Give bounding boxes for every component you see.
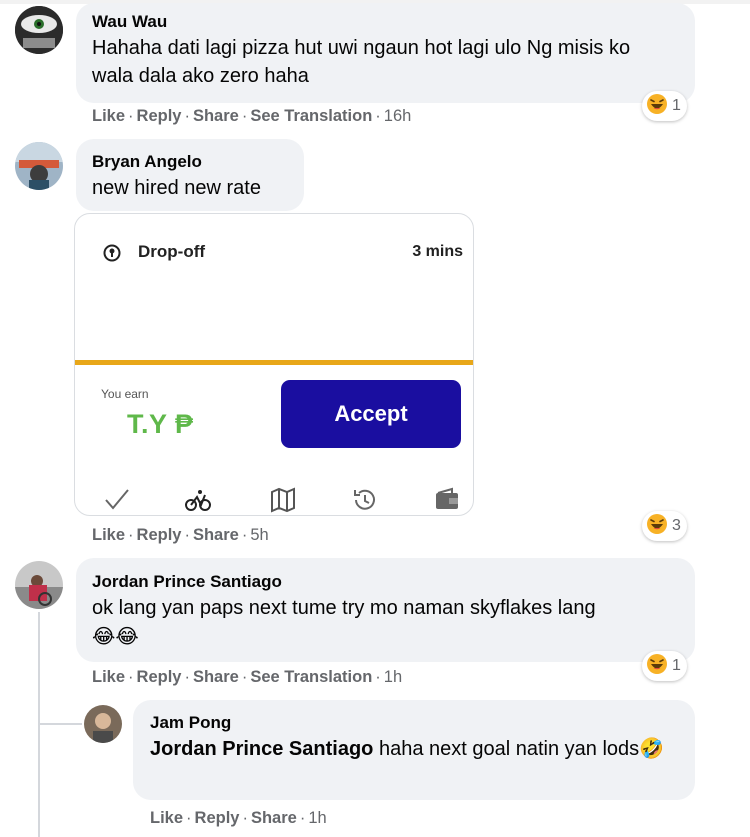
earn-label: You earn: [101, 387, 149, 401]
reply-link[interactable]: Reply: [137, 526, 182, 544]
reply-text: Jordan Prince Santiago haha next goal na…: [150, 735, 670, 763]
reaction-badge[interactable]: 1: [642, 651, 687, 681]
haha-emoji-icon: [646, 93, 668, 120]
map-icon[interactable]: [269, 486, 297, 514]
accept-button[interactable]: Accept: [281, 380, 461, 448]
reply-author[interactable]: Jam Pong: [150, 713, 231, 733]
avatar[interactable]: [15, 561, 63, 609]
duration-label: 3 mins: [412, 243, 463, 260]
comment-author[interactable]: Bryan Angelo: [92, 152, 202, 172]
like-link[interactable]: Like: [150, 809, 183, 827]
reaction-count: 1: [672, 657, 681, 674]
like-link[interactable]: Like: [92, 668, 125, 686]
reply-body: haha next goal natin yan lods🤣: [378, 738, 665, 760]
comment-actions: Like · Reply · Share · See Translation · 1h: [92, 668, 403, 686]
reply-timestamp[interactable]: 1h: [308, 809, 326, 827]
reply-link[interactable]: Reply: [195, 809, 240, 827]
reply-link[interactable]: Reply: [137, 668, 182, 686]
avatar[interactable]: [84, 705, 122, 743]
haha-emoji-icon: [646, 513, 668, 540]
reaction-badge[interactable]: 3: [642, 511, 687, 541]
check-icon[interactable]: [103, 486, 131, 514]
comment-timestamp[interactable]: 5h: [250, 526, 268, 544]
comment-emojis: 😂😂: [92, 626, 139, 648]
comment-text: ok lang yan paps next tume try mo naman …: [92, 597, 596, 619]
comment-author[interactable]: Jordan Prince Santiago: [92, 572, 282, 592]
reaction-count: 1: [672, 97, 681, 114]
history-icon[interactable]: [351, 486, 379, 514]
bicycle-icon[interactable]: [184, 486, 212, 514]
comment-timestamp[interactable]: 16h: [384, 107, 412, 125]
share-link[interactable]: Share: [193, 668, 239, 686]
comment-actions: Like · Reply · Share · 5h: [92, 526, 269, 544]
reaction-count: 3: [672, 517, 681, 534]
earn-value: T.Y ₱: [127, 409, 194, 439]
reply-actions: Like · Reply · Share · 1h: [150, 809, 327, 827]
comment-timestamp[interactable]: 1h: [384, 668, 402, 686]
location-pin-icon: [103, 244, 121, 267]
like-link[interactable]: Like: [92, 107, 125, 125]
reply-link[interactable]: Reply: [137, 107, 182, 125]
avatar[interactable]: [15, 6, 63, 54]
comment-text: new hired new rate: [92, 177, 261, 199]
comment-actions: Like · Reply · Share · See Translation · 16h: [92, 107, 412, 125]
dropoff-label: Drop-off: [138, 242, 206, 261]
comment-author[interactable]: Wau Wau: [92, 12, 167, 32]
wallet-icon[interactable]: [433, 486, 461, 514]
reaction-badge[interactable]: 1: [642, 91, 687, 121]
share-link[interactable]: Share: [251, 809, 297, 827]
like-link[interactable]: Like: [92, 526, 125, 544]
see-translation-link[interactable]: See Translation: [250, 107, 372, 125]
attached-screenshot[interactable]: Drop-off 3 mins You earn T.Y ₱ Accept: [74, 213, 474, 516]
haha-emoji-icon: [646, 653, 668, 680]
avatar[interactable]: [15, 142, 63, 190]
share-link[interactable]: Share: [193, 107, 239, 125]
thread-connector: [38, 723, 82, 725]
mention-link[interactable]: Jordan Prince Santiago: [150, 738, 373, 760]
see-translation-link[interactable]: See Translation: [250, 668, 372, 686]
share-link[interactable]: Share: [193, 526, 239, 544]
card-divider: [75, 360, 473, 365]
comment-text: Hahaha dati lagi pizza hut uwi ngaun hot…: [92, 37, 631, 87]
